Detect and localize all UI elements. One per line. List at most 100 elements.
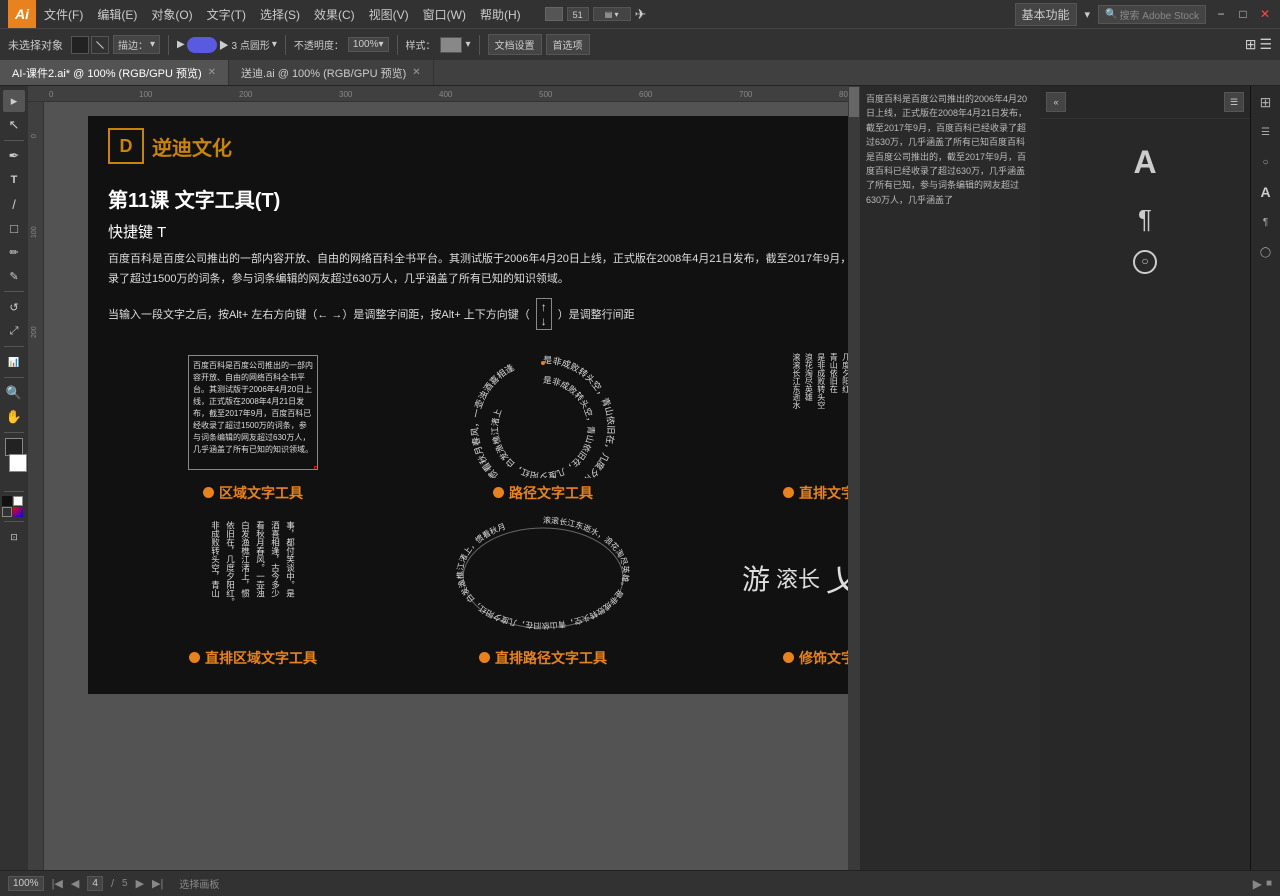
restore-btn[interactable]: □ xyxy=(1236,7,1250,21)
svg-text:滚滚长江东逝水，浪花淘尽英雄。是非成败转头空，青山依旧在，几: 滚滚长江东逝水，浪花淘尽英雄。是非成败转头空，青山依旧在，几度夕阳红，白发渔樵江… xyxy=(455,515,631,631)
point-label[interactable]: ▶ 3 点圆形 xyxy=(219,37,270,52)
total-pages: 5 xyxy=(122,878,128,889)
mini-tool-6[interactable]: ◯ xyxy=(1254,240,1278,264)
demo-vertical-path: 滚滚长江东逝水，浪花淘尽英雄。是非成败转头空，青山依旧在，几度夕阳红，白发渔樵江… xyxy=(398,513,688,668)
paintbrush-tool[interactable]: ✏ xyxy=(3,241,25,263)
rotate-tool[interactable]: ↺ xyxy=(3,296,25,318)
panel-icon[interactable]: ☰ xyxy=(1259,36,1272,53)
lesson-title: 第11课 文字工具(T) xyxy=(108,176,860,217)
dot-icon-2 xyxy=(493,487,504,498)
rect-tool[interactable]: □ xyxy=(3,217,25,239)
tab2-label: 送迪.ai @ 100% (RGB/GPU 预览) xyxy=(241,65,406,81)
search-placeholder[interactable]: 搜索 Adobe Stock xyxy=(1120,7,1199,22)
area-text-caption: 区域文字工具 xyxy=(203,483,303,503)
menu-item-edit[interactable]: 编辑(E) xyxy=(91,4,143,25)
artboard-label[interactable]: 选择画板 xyxy=(179,876,219,891)
line-tool[interactable]: / xyxy=(3,193,25,215)
nav-prev[interactable]: ◀ xyxy=(71,877,79,890)
demo-row-1: 百度百科是百度公司推出的一部内容开放、自由的网络百科全书平台。其测试版于2006… xyxy=(108,348,860,503)
nav-prev-prev[interactable]: |◀ xyxy=(52,877,63,890)
vertical-area-caption: 直排区域文字工具 xyxy=(189,648,317,668)
scroll-thumb[interactable] xyxy=(849,87,859,117)
area-text-label: 区域文字工具 xyxy=(219,483,303,503)
menu-item-effect[interactable]: 效果(C) xyxy=(308,4,361,25)
doc-header: D 逆迪文化 ≡ Design xyxy=(88,116,860,176)
svg-text:400: 400 xyxy=(439,90,453,99)
stroke-color[interactable] xyxy=(9,454,27,472)
pen-tool[interactable]: ✒ xyxy=(3,145,25,167)
current-page[interactable]: 4 xyxy=(87,876,103,891)
select-tool[interactable]: ▸ xyxy=(3,90,25,112)
color-mode-icons[interactable] xyxy=(2,496,26,517)
mini-tool-5[interactable]: ¶ xyxy=(1254,210,1278,234)
properties-panel: « ☰ A ¶ ○ xyxy=(1040,86,1250,870)
deco-char1: 游 xyxy=(742,558,770,598)
svg-text:600: 600 xyxy=(639,90,653,99)
page-separator: / xyxy=(111,878,114,890)
deco-char2: 滚长 xyxy=(776,562,820,594)
no-selection-label: 未选择对象 xyxy=(8,37,63,53)
description-text: 百度百科是百度公司推出的一部内容开放、自由的网络百科全书平台。其测试版于2006… xyxy=(108,250,860,290)
panel-arrange-icon[interactable]: ☰ xyxy=(1224,92,1244,112)
path-text-visual: 是非成败转头空，青山依旧在，几度夕阳红，白发渔樵江渚上，惯看秋月春风，一壶浊酒喜… xyxy=(398,348,688,478)
menu-item-window[interactable]: 窗口(W) xyxy=(417,4,472,25)
play-btn[interactable]: ▶ xyxy=(1253,877,1262,891)
menu-item-file[interactable]: 文件(F) xyxy=(38,4,89,25)
va-col1: 非成败转头空，青山 xyxy=(210,521,222,598)
nav-next[interactable]: ▶ xyxy=(136,877,144,890)
demo-row-2: 非成败转头空，青山 依旧在，几度夕阳红。 白发渔樵江渚上，惯 看秋月春风。一壶浊… xyxy=(108,513,860,668)
app-window: Ai 文件(F) 编辑(E) 对象(O) 文字(T) 选择(S) 效果(C) 视… xyxy=(0,0,1280,896)
menu-item-text[interactable]: 文字(T) xyxy=(201,4,252,25)
artboard-tool[interactable]: ⊡ xyxy=(3,526,25,548)
blend-label: 描边： xyxy=(118,37,148,52)
scale-tool[interactable]: ⤢ xyxy=(3,320,25,342)
vert-col-3: 是非成败转头空 xyxy=(815,353,825,473)
area-text-content: 百度百科是百度公司推出的一部内容开放、自由的网络百科全书平台。其测试版于2006… xyxy=(193,360,313,456)
tab2-close[interactable]: ✕ xyxy=(412,67,420,78)
type-tool-icon-large: A xyxy=(1133,135,1156,189)
svg-text:是非成败转头空，青山依旧在，几度夕阳红，白发渔樵江渚上: 是非成败转头空，青山依旧在，几度夕阳红，白发渔樵江渚上 xyxy=(490,374,596,477)
nav-next-next[interactable]: ▶| xyxy=(152,877,163,890)
stop-btn[interactable]: ■ xyxy=(1266,878,1272,889)
menu-item-object[interactable]: 对象(O) xyxy=(145,4,198,25)
opacity-value[interactable]: 100% xyxy=(353,39,379,50)
close-btn[interactable]: ✕ xyxy=(1258,7,1272,21)
tab-file1[interactable]: AI-课件2.ai* @ 100% (RGB/GPU 预览) ✕ xyxy=(0,60,229,85)
svg-text:是非成败转头空，青山依旧在，几度夕阳红，白发渔樵江渚上，惯看: 是非成败转头空，青山依旧在，几度夕阳红，白发渔樵江渚上，惯看秋月春风，一壶浊酒喜… xyxy=(470,354,617,477)
zoom-level[interactable]: 100% xyxy=(8,876,44,891)
mini-tool-1[interactable]: ⊞ xyxy=(1254,90,1278,114)
area-text-visual: 百度百科是百度公司推出的一部内容开放、自由的网络百科全书平台。其测试版于2006… xyxy=(108,348,398,478)
hand-tool[interactable]: ✋ xyxy=(3,406,25,428)
pencil-tool[interactable]: ✎ xyxy=(3,265,25,287)
tab-bar: AI-课件2.ai* @ 100% (RGB/GPU 预览) ✕ 送迪.ai @… xyxy=(0,60,1280,86)
tab1-close[interactable]: ✕ xyxy=(208,67,216,78)
tab-file2[interactable]: 送迪.ai @ 100% (RGB/GPU 预览) ✕ xyxy=(229,60,434,85)
minimize-btn[interactable]: − xyxy=(1214,7,1228,21)
mini-tool-2[interactable]: ☰ xyxy=(1254,120,1278,144)
scroll-bar-vertical[interactable] xyxy=(848,86,860,870)
mini-tool-3[interactable]: ○ xyxy=(1254,150,1278,174)
style-label: 样式： xyxy=(406,37,436,52)
direct-select-tool[interactable]: ↖ xyxy=(3,114,25,136)
collapse-icon[interactable]: « xyxy=(1046,92,1066,112)
type-tool[interactable]: T xyxy=(3,169,25,191)
mini-tool-4[interactable]: A xyxy=(1254,180,1278,204)
preferences-btn[interactable]: 首选项 xyxy=(546,34,590,55)
menu-bar-right: 基本功能 ▾ 🔍 搜索 Adobe Stock − □ ✕ xyxy=(1015,3,1272,26)
demo-area-text: 百度百科是百度公司推出的一部内容开放、自由的网络百科全书平台。其测试版于2006… xyxy=(108,348,398,503)
path-text-caption: 路径文字工具 xyxy=(493,483,593,503)
document-page: D 逆迪文化 ≡ Design 第11课 文字工具(T) 快捷键 T 百度百科是… xyxy=(88,116,860,694)
va-col4: 看秋月春风。一壶浊 xyxy=(255,521,267,598)
arrange-icon[interactable]: ⊞ xyxy=(1245,36,1257,53)
svg-text:300: 300 xyxy=(339,90,353,99)
graph-tool[interactable]: 📊 xyxy=(3,351,25,373)
doc-settings-btn[interactable]: 文档设置 xyxy=(488,34,542,55)
feature-dropdown[interactable]: 基本功能 xyxy=(1015,3,1077,26)
menu-item-help[interactable]: 帮助(H) xyxy=(474,4,527,25)
decoration-text-visual: 游 滚长 乂 东逝水 xyxy=(688,513,860,643)
menu-item-view[interactable]: 视图(V) xyxy=(363,4,415,25)
zoom-tool[interactable]: 🔍 xyxy=(3,382,25,404)
menu-item-select[interactable]: 选择(S) xyxy=(254,4,306,25)
arrow-text-1: 当输入一段文字之后，按Alt+ 左右方向键（← →）是调整字间距，按Alt+ 上… xyxy=(108,306,530,322)
ruler-marks: 0 100 200 300 400 500 600 700 800 xyxy=(44,87,860,101)
